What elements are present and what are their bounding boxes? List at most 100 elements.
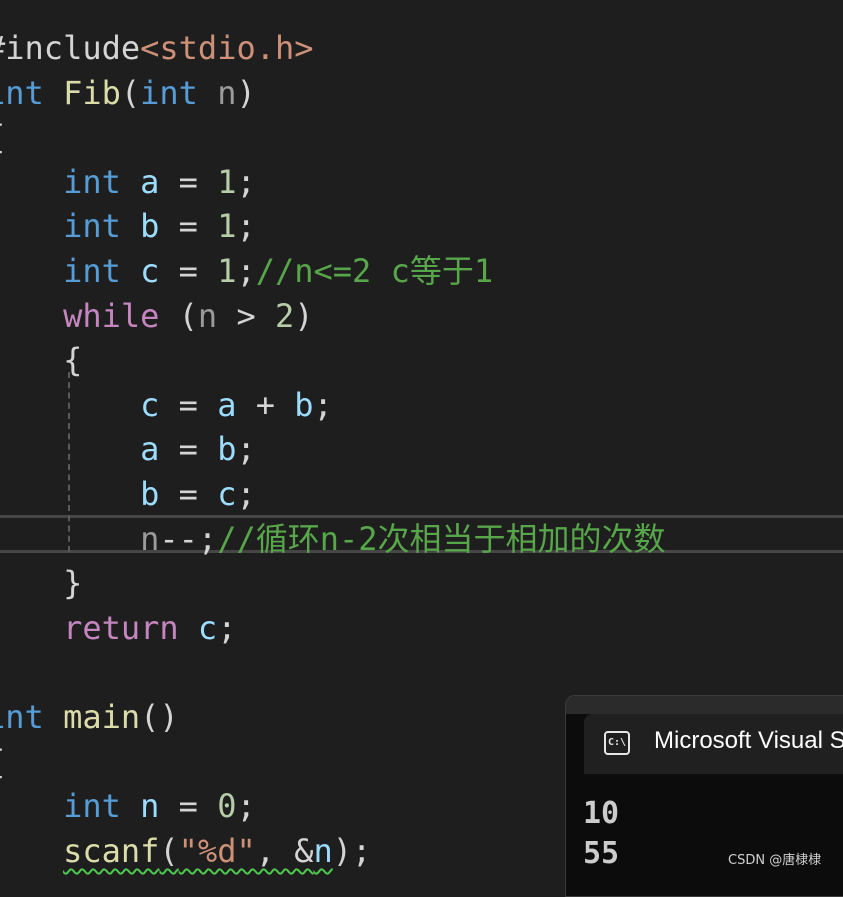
- code-token: while: [63, 296, 160, 335]
- code-token: c: [217, 475, 237, 513]
- code-line[interactable]: int Fib(int n): [0, 71, 256, 115]
- code-token: =: [159, 430, 218, 469]
- code-token: 1: [217, 207, 237, 246]
- code-token: 0: [217, 787, 237, 826]
- code-token: int: [63, 162, 121, 201]
- code-token: {: [0, 118, 5, 156]
- code-token: a: [140, 162, 160, 201]
- code-line[interactable]: {: [0, 338, 82, 382]
- code-line[interactable]: int c = 1;//n<=2 c等于1: [0, 249, 493, 293]
- code-token: +: [236, 385, 295, 424]
- code-token: a: [217, 385, 237, 424]
- code-line[interactable]: int b = 1;: [0, 204, 256, 248]
- code-token: =: [159, 252, 218, 290]
- code-token: n: [217, 73, 237, 112]
- code-token: a: [140, 430, 160, 469]
- code-token: ;: [236, 475, 256, 513]
- code-token: n: [313, 831, 333, 870]
- console-title-bar[interactable]: C:\ Microsoft Visual Studio Debug Consol…: [566, 696, 843, 774]
- code-token: ;: [236, 430, 256, 469]
- code-line[interactable]: return c;: [0, 606, 236, 650]
- code-token: n: [140, 519, 160, 558]
- code-line[interactable]: int n = 0;: [0, 784, 256, 828]
- code-token: c: [140, 385, 160, 424]
- code-token: int: [63, 207, 121, 246]
- code-token: <stdio.h>: [140, 29, 314, 67]
- code-token: ;: [236, 787, 256, 826]
- code-token: main: [63, 698, 141, 736]
- code-token: =: [159, 162, 218, 201]
- code-line[interactable]: }: [0, 561, 82, 605]
- code-token: c: [197, 608, 218, 647]
- code-token: int: [63, 787, 121, 826]
- code-token: "%d": [178, 831, 256, 870]
- code-token: (): [140, 698, 179, 736]
- code-token: 2: [274, 296, 295, 335]
- code-token: ;: [236, 162, 256, 201]
- code-line[interactable]: int main(): [0, 695, 179, 739]
- code-token: n: [197, 296, 218, 335]
- code-line[interactable]: a = b;: [0, 427, 256, 471]
- code-token: Fib: [63, 73, 121, 112]
- code-token: >: [217, 296, 275, 335]
- code-token: ;: [313, 385, 333, 424]
- code-token: ;: [217, 608, 237, 647]
- code-line[interactable]: scanf("%d", &n);: [0, 829, 371, 873]
- code-token: (: [159, 831, 179, 870]
- code-token: int: [63, 252, 121, 290]
- code-token: , &: [255, 831, 314, 870]
- console-output-line: 55: [583, 836, 620, 871]
- code-line[interactable]: int a = 1;: [0, 160, 256, 204]
- code-line[interactable]: n--;//循环n-2次相当于相加的次数: [0, 517, 665, 561]
- code-token: =: [159, 787, 218, 826]
- terminal-icon: C:\: [604, 731, 630, 755]
- code-token: int: [140, 73, 198, 112]
- watermark: CSDN @唐棣棣: [728, 853, 822, 868]
- code-token: scanf: [63, 831, 160, 870]
- code-line[interactable]: {: [0, 115, 5, 159]
- code-token: );: [332, 831, 372, 870]
- code-token: ;: [236, 207, 256, 246]
- code-token: int: [0, 73, 44, 112]
- code-line[interactable]: b = c;: [0, 472, 256, 516]
- code-token: (: [120, 73, 141, 112]
- code-token: b: [140, 475, 160, 513]
- code-token: b: [217, 430, 237, 469]
- code-token: n: [140, 787, 160, 826]
- console-title: Microsoft Visual Studio Debug Console: [654, 727, 843, 754]
- code-token: {: [0, 743, 5, 781]
- code-line[interactable]: #include<stdio.h>: [0, 26, 314, 70]
- console-output-line: 10: [583, 796, 620, 831]
- code-token: int: [0, 698, 44, 736]
- code-token: =: [159, 207, 218, 246]
- code-token: return: [63, 608, 179, 647]
- code-line[interactable]: while (n > 2): [0, 294, 314, 338]
- code-token: 1: [217, 162, 237, 201]
- code-token: b: [140, 207, 160, 246]
- code-line[interactable]: c = a + b;: [0, 383, 333, 427]
- code-token: c: [140, 252, 160, 290]
- code-token: ): [294, 296, 314, 335]
- code-line[interactable]: {: [0, 740, 5, 784]
- code-token: {: [63, 341, 83, 380]
- code-token: =: [159, 475, 218, 513]
- code-token: #include: [0, 29, 141, 67]
- code-token: }: [63, 564, 83, 603]
